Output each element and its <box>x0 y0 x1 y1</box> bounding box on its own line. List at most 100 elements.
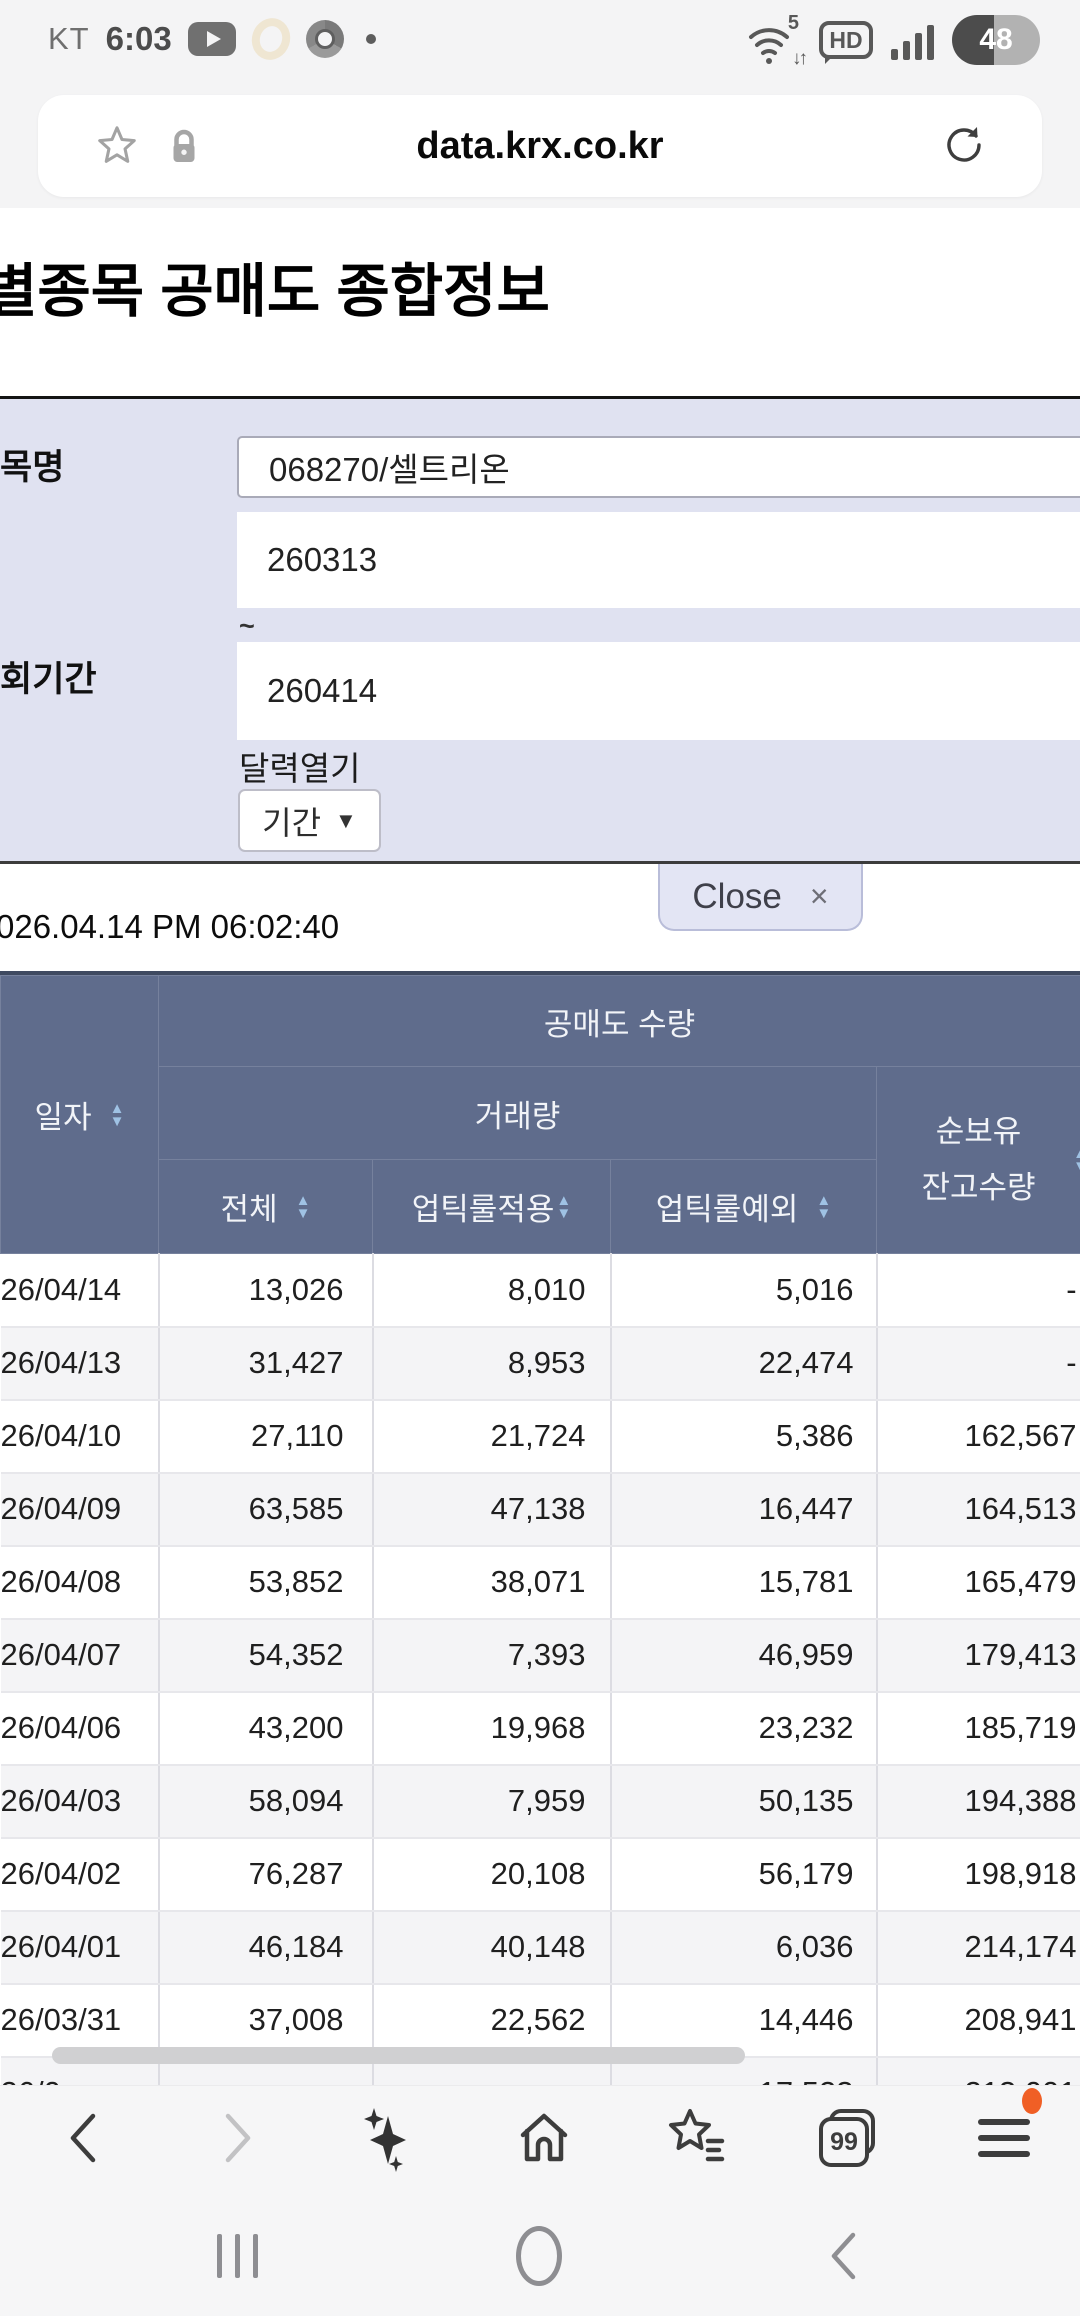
browser-forward-button[interactable] <box>200 2100 276 2176</box>
table-body: 26/04/14 13,026 8,010 5,016-26/04/13 31,427 8… <box>0 1253 1080 2085</box>
sort-arrows-icon[interactable]: ▲▼ <box>1073 1146 1080 1174</box>
cell-exempt: 22,474 <box>609 1326 877 1401</box>
ring-app-notification-icon <box>246 13 296 65</box>
cell-exempt: 50,135 <box>609 1764 877 1839</box>
table-row: 26/04/10 27,110 21,724 5,386 162,567 <box>0 1399 1080 1474</box>
table-row: 26/04/01 46,184 40,148 6,036 214,174 <box>0 1910 1080 1985</box>
period-label: 회기간 <box>0 660 97 699</box>
date-range-tilde: ~ <box>239 611 255 641</box>
cell-balance: - <box>875 1326 1080 1401</box>
cell-balance: 194,388 <box>875 1764 1080 1839</box>
cell-exempt: 5,386 <box>609 1399 877 1474</box>
header-date[interactable]: 일자 ▲ ▼ <box>0 975 159 1254</box>
cell-total: 13,026 <box>157 1253 373 1328</box>
browser-address-bar: data.krx.co.kr <box>0 85 1080 208</box>
cell-exempt: 16,447 <box>609 1472 877 1547</box>
chrome-notification-icon <box>305 20 344 58</box>
cell-date: 26/03/31 <box>0 1983 159 2058</box>
table-row: 26/04/08 53,852 38,071 15,781 165,479 <box>0 1545 1080 1620</box>
sort-arrows-icon[interactable]: ▲▼ <box>110 1101 125 1129</box>
browser-back-button[interactable] <box>45 2100 121 2176</box>
battery-indicator: 48 <box>952 15 1040 65</box>
hamburger-icon <box>978 2119 1030 2157</box>
data-timestamp: 026.04.14 PM 06:02:40 <box>0 908 340 945</box>
url-text[interactable]: data.krx.co.kr <box>38 125 1042 168</box>
date-from-input[interactable]: 260313 <box>237 512 1080 608</box>
table-row: 26/04/09 63,585 47,138 16,447 164,513 <box>0 1472 1080 1547</box>
cell-balance: 162,567 <box>875 1399 1080 1474</box>
cell-date: 26/04/02 <box>0 1837 159 1912</box>
page-title: 별종목 공매도 종합정보 <box>0 259 550 324</box>
period-dropdown[interactable]: 기간 ▼ <box>238 789 381 852</box>
header-group-volume: 거래량 <box>158 1066 877 1160</box>
header-balance[interactable]: 순보유 잔고수량 ▲▼ <box>875 1066 1080 1254</box>
table-row: 26/04/02 76,287 20,108 56,179 198,918 <box>0 1837 1080 1912</box>
cell-balance: 198,918 <box>875 1837 1080 1912</box>
home-button[interactable] <box>506 2100 582 2176</box>
cell-applied: 7,959 <box>371 1764 611 1839</box>
close-panel-tab[interactable]: Close × <box>658 864 863 931</box>
nav-recents-button[interactable] <box>202 2224 272 2288</box>
tabs-button[interactable]: 99 <box>810 2100 886 2176</box>
nav-home-button[interactable] <box>504 2224 574 2288</box>
horizontal-scrollbar[interactable] <box>52 2047 745 2064</box>
cell-date: 26/04/08 <box>0 1545 159 1620</box>
cell-total: 63,585 <box>157 1472 373 1547</box>
cell-exempt: 46,959 <box>609 1618 877 1693</box>
cell-balance: 185,719 <box>875 1691 1080 1766</box>
header-group-shortselling: 공매도 수량 <box>157 975 1080 1067</box>
chevron-down-icon: ▼ <box>335 807 357 833</box>
cell-total: 76,287 <box>157 1837 373 1912</box>
signal-strength-icon <box>891 20 934 60</box>
calendar-open-link[interactable]: 달력열기 <box>239 742 360 790</box>
clock: 6:03 <box>105 20 172 57</box>
bookmarks-button[interactable] <box>658 2100 734 2176</box>
close-icon[interactable]: × <box>810 878 829 915</box>
cell-applied: 22,562 <box>371 1983 611 2058</box>
bottom-bars: 99 <box>0 2085 1080 2316</box>
cell-applied: 19,968 <box>371 1691 611 1766</box>
cell-exempt: 14,446 <box>609 1983 877 2058</box>
cell-total: 53,852 <box>157 1545 373 1620</box>
notification-dot-icon <box>365 34 376 44</box>
cell-exempt: 6,036 <box>609 1910 877 1985</box>
cell-exempt: 56,179 <box>609 1837 877 1912</box>
wifi-traffic-arrows-icon: ↓↑ <box>792 48 808 69</box>
close-label: Close <box>692 876 782 916</box>
cell-applied: 8,953 <box>371 1326 611 1401</box>
status-bar: KT 6:03 5 ↓↑ HD 48 <box>0 0 1080 85</box>
cell-balance: 208,941 <box>875 1983 1080 2058</box>
cell-date: 26/04/06 <box>0 1691 159 1766</box>
stock-name-input[interactable]: 068270/셀트리온 <box>237 436 1080 498</box>
url-field[interactable]: data.krx.co.kr <box>38 95 1042 197</box>
period-dropdown-label: 기간 <box>262 804 322 841</box>
recents-icon <box>216 2234 258 2278</box>
sort-arrows-icon[interactable]: ▲▼ <box>296 1193 311 1221</box>
header-uptick-applied[interactable]: 업틱룰적용 ▲ ▼ <box>372 1159 611 1254</box>
table-row: 26/04/14 13,026 8,010 5,016- <box>0 1253 1080 1328</box>
cell-exempt: 5,016 <box>609 1253 877 1328</box>
header-uptick-exempt[interactable]: 업틱룰예외 ▲ ▼ <box>610 1159 877 1254</box>
wifi-5g-label: 5 <box>787 12 799 34</box>
table-row: 26/04/13 31,427 8,953 22,474- <box>0 1326 1080 1401</box>
sort-arrows-icon[interactable]: ▲▼ <box>556 1193 571 1221</box>
cell-total: 31,427 <box>157 1326 373 1401</box>
cell-total: 43,200 <box>157 1691 373 1766</box>
cell-date: 26/04/03 <box>0 1764 159 1839</box>
home-oval-icon <box>516 2226 562 2286</box>
nav-back-button[interactable] <box>808 2224 878 2288</box>
refresh-icon[interactable] <box>938 119 990 176</box>
phone-screen: KT 6:03 5 ↓↑ HD 48 data.krx.co.kr 별종목 공매… <box>0 0 1080 2316</box>
cell-total: 27,110 <box>157 1399 373 1474</box>
table-row: 26/03/31 37,008 22,562 14,446 208,941 <box>0 1983 1080 2058</box>
sort-arrows-icon[interactable]: ▲▼ <box>816 1193 831 1221</box>
header-total[interactable]: 전체 ▲ ▼ <box>158 1159 373 1254</box>
carrier-label: KT <box>48 21 90 56</box>
cell-balance: 179,413 <box>875 1618 1080 1693</box>
date-to-input[interactable]: 260414 <box>237 642 1080 740</box>
cell-applied: 40,148 <box>371 1910 611 1985</box>
table-row: 26/04/03 58,094 7,959 50,135 194,388 <box>0 1764 1080 1839</box>
cell-total: 37,008 <box>157 1983 373 2058</box>
ai-assistant-sparkles-icon[interactable] <box>348 2100 424 2176</box>
cell-applied: 38,071 <box>371 1545 611 1620</box>
